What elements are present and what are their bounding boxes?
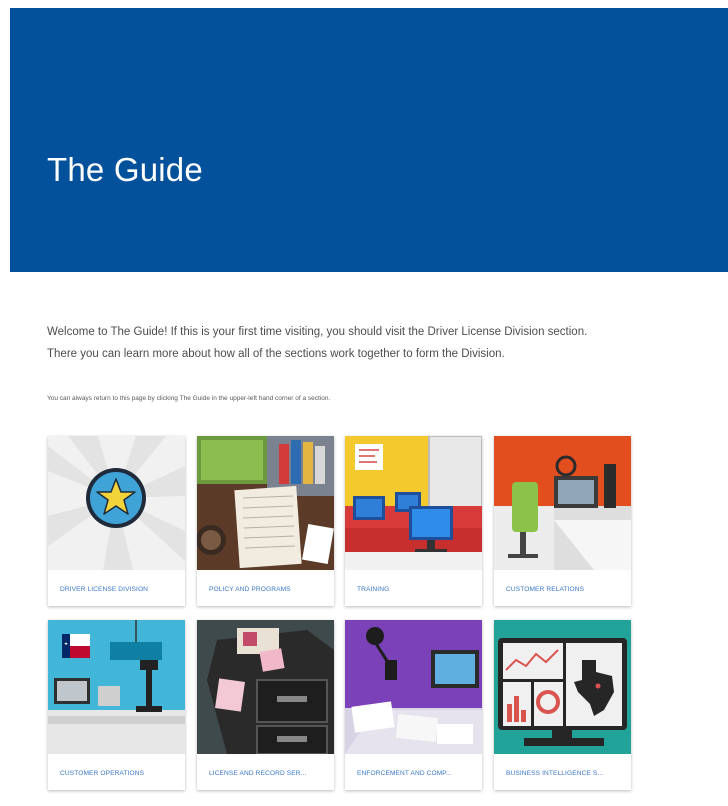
section-card-label: License and Record Ser... [209, 770, 307, 777]
section-card-label: Enforcement and Comp... [357, 770, 452, 777]
section-card-label: Training [357, 586, 390, 593]
section-card-business-intelligence-services[interactable]: Business Intelligence S... [494, 620, 631, 790]
file-cabinet-illustration [197, 620, 334, 754]
welcome-line-1: Welcome to The Guide! If this is your fi… [47, 326, 588, 338]
welcome-text: Welcome to The Guide! If this is your fi… [47, 321, 687, 365]
section-card-label: Business Intelligence S... [506, 770, 604, 777]
dashboard-map-illustration [494, 620, 631, 754]
section-card-enforcement-and-compliance[interactable]: Enforcement and Comp... [345, 620, 482, 790]
headset-office-illustration [494, 436, 631, 570]
section-card-label: Customer Operations [60, 770, 145, 777]
page-title: The Guide [47, 151, 203, 188]
section-card-training[interactable]: Training [345, 436, 482, 606]
section-card-label: Customer Relations [506, 586, 585, 593]
classroom-computers-illustration [345, 436, 482, 570]
return-note: You can always return to this page by cl… [47, 395, 331, 402]
section-card-label: Policy and Programs [209, 586, 291, 593]
desk-documents-illustration [197, 436, 334, 570]
section-card-driver-license-division[interactable]: Driver License Division [48, 436, 185, 606]
section-card-customer-operations[interactable]: Customer Operations [48, 620, 185, 790]
section-card-policy-and-programs[interactable]: Policy and Programs [197, 436, 334, 606]
investigation-desk-illustration [345, 620, 482, 754]
section-card-label: Driver License Division [60, 586, 149, 593]
section-card-customer-relations[interactable]: Customer Relations [494, 436, 631, 606]
star-badge-icon [48, 436, 185, 570]
service-counter-illustration [48, 620, 185, 754]
hero-banner: The Guide [10, 8, 728, 272]
section-card-license-and-record-services[interactable]: License and Record Ser... [197, 620, 334, 790]
welcome-line-2: There you can learn more about how all o… [47, 348, 505, 360]
